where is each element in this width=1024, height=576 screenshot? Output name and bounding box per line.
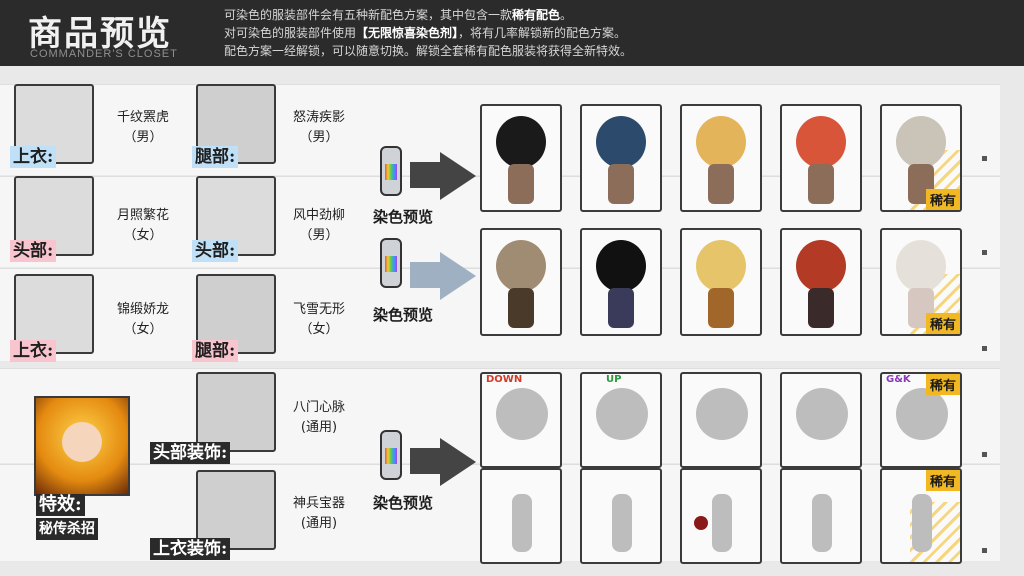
chibi-head (696, 240, 746, 292)
spray-can-icon (372, 140, 412, 210)
tag-special: 特效: (36, 494, 85, 516)
description: 可染色的服装部件会有五种新配色方案，其中包含一款稀有配色。 对可染色的服装部件使… (224, 8, 633, 58)
arrow-right-icon (440, 438, 476, 486)
chibi-body (608, 164, 634, 204)
accessory-text-down: DOWN (486, 374, 523, 385)
spray-can-icon (372, 232, 412, 302)
chibi-head (496, 240, 546, 292)
accessory-text-up: UP (606, 374, 622, 385)
row-marker (982, 548, 987, 553)
variant-top-acc-2[interactable] (580, 468, 662, 564)
variant-head-acc-2[interactable]: UP (580, 372, 662, 468)
variant-male-1[interactable] (480, 104, 562, 212)
mannequin-head (796, 388, 848, 440)
tag-head-2: 头部: (192, 240, 239, 262)
chibi-body (708, 288, 734, 328)
item-name-7: 八门心脉 (通用) (292, 400, 345, 435)
variant-male-5-rare[interactable]: 稀有 (880, 104, 962, 212)
row-marker (982, 156, 987, 161)
item-thumb-head-accessory[interactable] (196, 372, 276, 452)
tag-legs: 腿部: (192, 146, 239, 168)
tag-top: 上衣: (10, 146, 57, 168)
rare-badge: 稀有 (925, 374, 960, 395)
tag-top-2: 上衣: (10, 340, 57, 362)
row-marker (982, 346, 987, 351)
dye-preview-label-3: 染色预览 (373, 494, 434, 512)
chibi-body (808, 164, 834, 204)
variant-head-acc-5-rare[interactable]: G&K 稀有 (880, 372, 962, 468)
mannequin-body (612, 494, 632, 552)
item-name-4: 怒涛疾影 （男） (292, 110, 345, 145)
chibi-head (796, 240, 846, 292)
dye-preview-label-1: 染色预览 (373, 208, 434, 226)
mannequin-body (512, 494, 532, 552)
item-name-2: 月照繁花 （女） (116, 208, 169, 243)
header-bar: 商品预览 COMMANDER'S CLOSET 可染色的服装部件会有五种新配色方… (0, 0, 1024, 66)
dye-preview-label-2: 染色预览 (373, 306, 434, 324)
mannequin-head (896, 388, 948, 440)
chibi-body (508, 288, 534, 328)
variant-head-acc-1[interactable]: DOWN (480, 372, 562, 468)
spray-can-icon (372, 424, 412, 494)
arrow-bar-3 (410, 448, 440, 474)
variant-top-acc-5-rare[interactable]: 稀有 (880, 468, 962, 564)
rare-badge: 稀有 (925, 189, 960, 210)
mannequin-body (712, 494, 732, 552)
special-name: 秘传杀招 (36, 518, 98, 540)
arrow-bar-2 (410, 262, 440, 288)
variant-male-3[interactable] (680, 104, 762, 212)
page-subtitle: COMMANDER'S CLOSET (30, 48, 178, 60)
chibi-head (896, 240, 946, 292)
arrow-right-icon (440, 152, 476, 200)
chibi-head (596, 116, 646, 168)
row-marker (982, 250, 987, 255)
variant-head-acc-4[interactable] (780, 372, 862, 468)
variant-male-2[interactable] (580, 104, 662, 212)
variant-female-4[interactable] (780, 228, 862, 336)
chibi-head (896, 116, 946, 168)
arrow-right-icon (440, 252, 476, 300)
chibi-head (596, 240, 646, 292)
chibi-head (696, 116, 746, 168)
variant-top-acc-3[interactable] (680, 468, 762, 564)
chibi-head (796, 116, 846, 168)
variant-top-acc-1[interactable] (480, 468, 562, 564)
variant-female-2[interactable] (580, 228, 662, 336)
item-name-3: 锦缎娇龙 （女） (116, 302, 169, 337)
variant-top-acc-4[interactable] (780, 468, 862, 564)
variant-female-3[interactable] (680, 228, 762, 336)
row-marker (982, 452, 987, 457)
accessory-text-gk: G&K (886, 374, 911, 385)
mannequin-head (496, 388, 548, 440)
variant-female-5-rare[interactable]: 稀有 (880, 228, 962, 336)
special-face (62, 422, 102, 462)
item-name-8: 神兵宝器 (通用) (292, 496, 345, 531)
chibi-body (508, 164, 534, 204)
variant-head-acc-3[interactable] (680, 372, 762, 468)
tag-head: 头部: (10, 240, 57, 262)
chibi-body (808, 288, 834, 328)
item-name-1: 千纹罴虎 （男） (116, 110, 169, 145)
mannequin-body (812, 494, 832, 552)
tag-head-accessory: 头部装饰: (150, 442, 231, 464)
special-effect-thumb[interactable] (34, 396, 130, 496)
rare-badge: 稀有 (925, 313, 960, 334)
tag-top-accessory: 上衣装饰: (150, 538, 231, 560)
variant-male-4[interactable] (780, 104, 862, 212)
mannequin-head (696, 388, 748, 440)
tag-legs-2: 腿部: (192, 340, 239, 362)
mannequin-head (596, 388, 648, 440)
item-name-5: 风中劲柳 （男） (292, 208, 345, 243)
arrow-bar-1 (410, 162, 440, 188)
item-name-6: 飞雪无形 （女） (292, 302, 345, 337)
chibi-body (608, 288, 634, 328)
chibi-head (496, 116, 546, 168)
chibi-body (708, 164, 734, 204)
jewel-icon (694, 516, 708, 530)
mannequin-body (912, 494, 932, 552)
variant-female-1[interactable] (480, 228, 562, 336)
rare-badge: 稀有 (925, 470, 960, 491)
